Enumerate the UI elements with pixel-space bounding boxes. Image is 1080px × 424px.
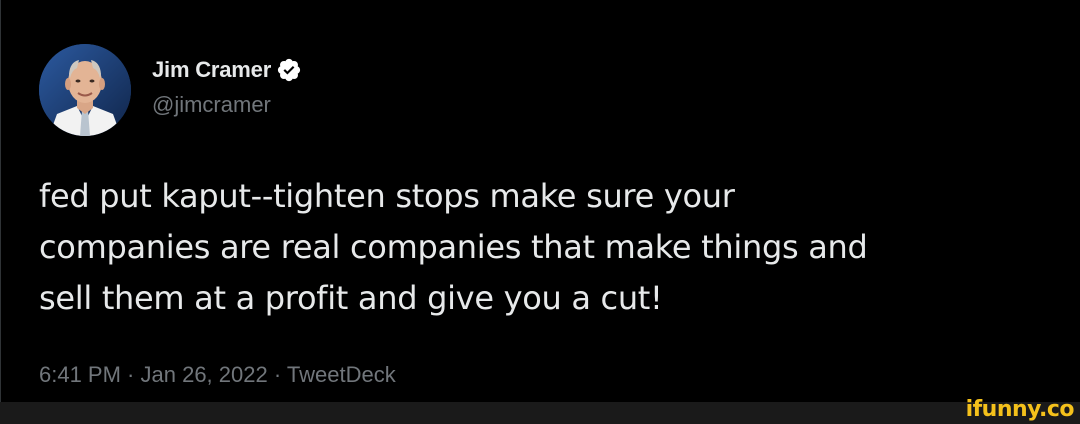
meta-separator: · bbox=[120, 362, 141, 387]
tweet-source: TweetDeck bbox=[286, 362, 396, 387]
verified-badge-icon bbox=[277, 58, 301, 82]
avatar[interactable] bbox=[39, 44, 131, 136]
author-name-row[interactable]: Jim Cramer bbox=[152, 55, 302, 85]
person-portrait-icon bbox=[39, 44, 131, 136]
tweet-card: Jim Cramer @jimcramer fed put kaput--tig… bbox=[0, 0, 1080, 402]
ifunny-watermark: ifunny.co bbox=[965, 397, 1075, 422]
tweet-meta: 6:41 PM · Jan 26, 2022 · TweetDeck bbox=[39, 362, 396, 388]
display-name[interactable]: Jim Cramer bbox=[152, 57, 271, 83]
author-handle[interactable]: @jimcramer bbox=[152, 92, 271, 118]
card-border bbox=[0, 0, 1, 402]
tweet-text: fed put kaput--tighten stops make sure y… bbox=[39, 177, 868, 317]
tweet-date[interactable]: Jan 26, 2022 bbox=[141, 362, 268, 387]
meta-separator-2: · bbox=[267, 362, 287, 387]
tweet-time[interactable]: 6:41 PM bbox=[39, 362, 121, 387]
footer-bar bbox=[0, 402, 1080, 424]
